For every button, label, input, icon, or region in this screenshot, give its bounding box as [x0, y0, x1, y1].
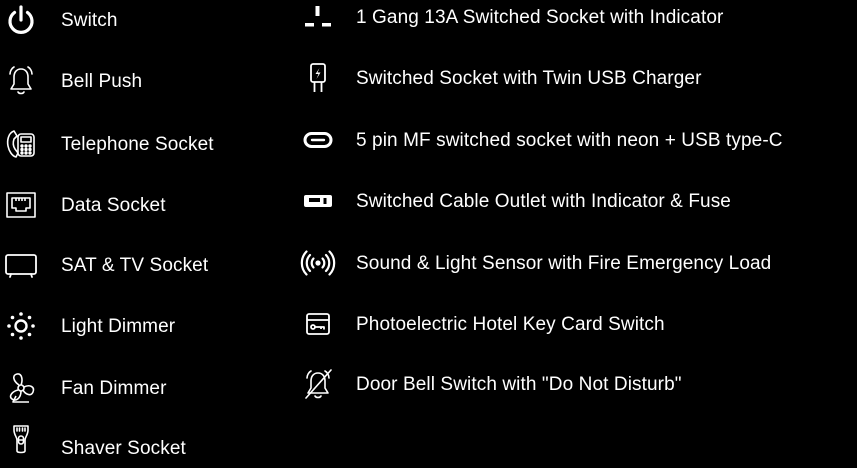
legend-label: Telephone Socket: [61, 134, 214, 155]
legend-label: Switch: [61, 10, 118, 31]
shaver-icon: [4, 422, 38, 456]
bell-slash-icon: [301, 367, 335, 401]
legend-label: Bell Push: [61, 71, 143, 92]
key-card-icon: [301, 307, 335, 341]
cable-outlet-icon: [301, 184, 335, 218]
legend-label: Switched Cable Outlet with Indicator & F…: [356, 191, 731, 212]
usb-charger-plug-icon: [301, 61, 335, 95]
legend-label: Switched Socket with Twin USB Charger: [356, 68, 702, 89]
tv-icon: [4, 248, 38, 282]
telephone-icon: [4, 127, 38, 161]
legend-label: SAT & TV Socket: [61, 255, 209, 276]
legend-label: Photoelectric Hotel Key Card Switch: [356, 314, 665, 335]
fan-icon: [4, 371, 38, 405]
socket-pins-icon: [301, 0, 335, 34]
sound-sensor-icon: [300, 246, 336, 280]
legend-label: Sound & Light Sensor with Fire Emergency…: [356, 253, 772, 274]
legend-label: Door Bell Switch with "Do Not Disturb": [356, 374, 682, 395]
bell-icon: [4, 64, 38, 98]
power-icon: [4, 3, 38, 37]
light-dimmer-icon: [4, 309, 38, 343]
ethernet-port-icon: [4, 188, 38, 222]
usb-type-c-icon: [301, 123, 335, 157]
legend-label: 5 pin MF switched socket with neon + USB…: [356, 130, 783, 151]
legend-label: 1 Gang 13A Switched Socket with Indicato…: [356, 7, 724, 28]
legend-label: Light Dimmer: [61, 316, 176, 337]
legend-label: Data Socket: [61, 195, 166, 216]
legend-label: Fan Dimmer: [61, 378, 167, 399]
legend-label: Shaver Socket: [61, 438, 186, 459]
